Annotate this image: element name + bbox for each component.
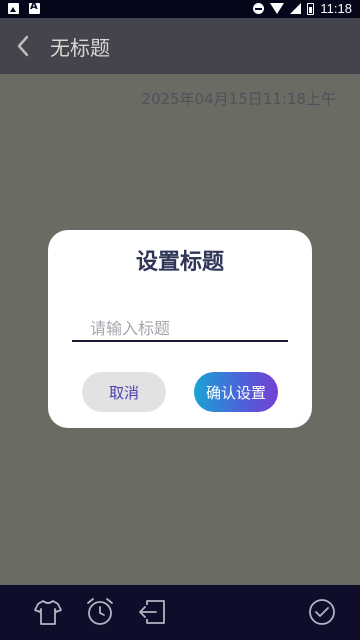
- status-time: 11:18: [320, 1, 352, 16]
- title-input[interactable]: [72, 316, 288, 342]
- shirt-icon[interactable]: [32, 596, 64, 628]
- alarm-clock-icon[interactable]: [84, 596, 116, 628]
- bottom-toolbar: [0, 585, 360, 640]
- confirm-button[interactable]: 确认设置: [194, 372, 278, 412]
- image-icon: [8, 3, 19, 14]
- status-left-icons: [8, 1, 40, 14]
- do-not-disturb-icon: [253, 3, 265, 14]
- status-bar: 11:18: [0, 0, 360, 18]
- check-circle-icon[interactable]: [306, 596, 338, 628]
- battery-icon: [307, 2, 315, 15]
- font-icon: [29, 1, 40, 14]
- signal-icon: [290, 3, 302, 14]
- set-title-dialog: 设置标题 取消 确认设置: [48, 230, 312, 428]
- cancel-button[interactable]: 取消: [82, 372, 166, 412]
- wifi-icon: [270, 3, 285, 14]
- export-icon[interactable]: [136, 596, 168, 628]
- status-right-icons: 11:18: [253, 1, 352, 16]
- dialog-title: 设置标题: [135, 250, 224, 275]
